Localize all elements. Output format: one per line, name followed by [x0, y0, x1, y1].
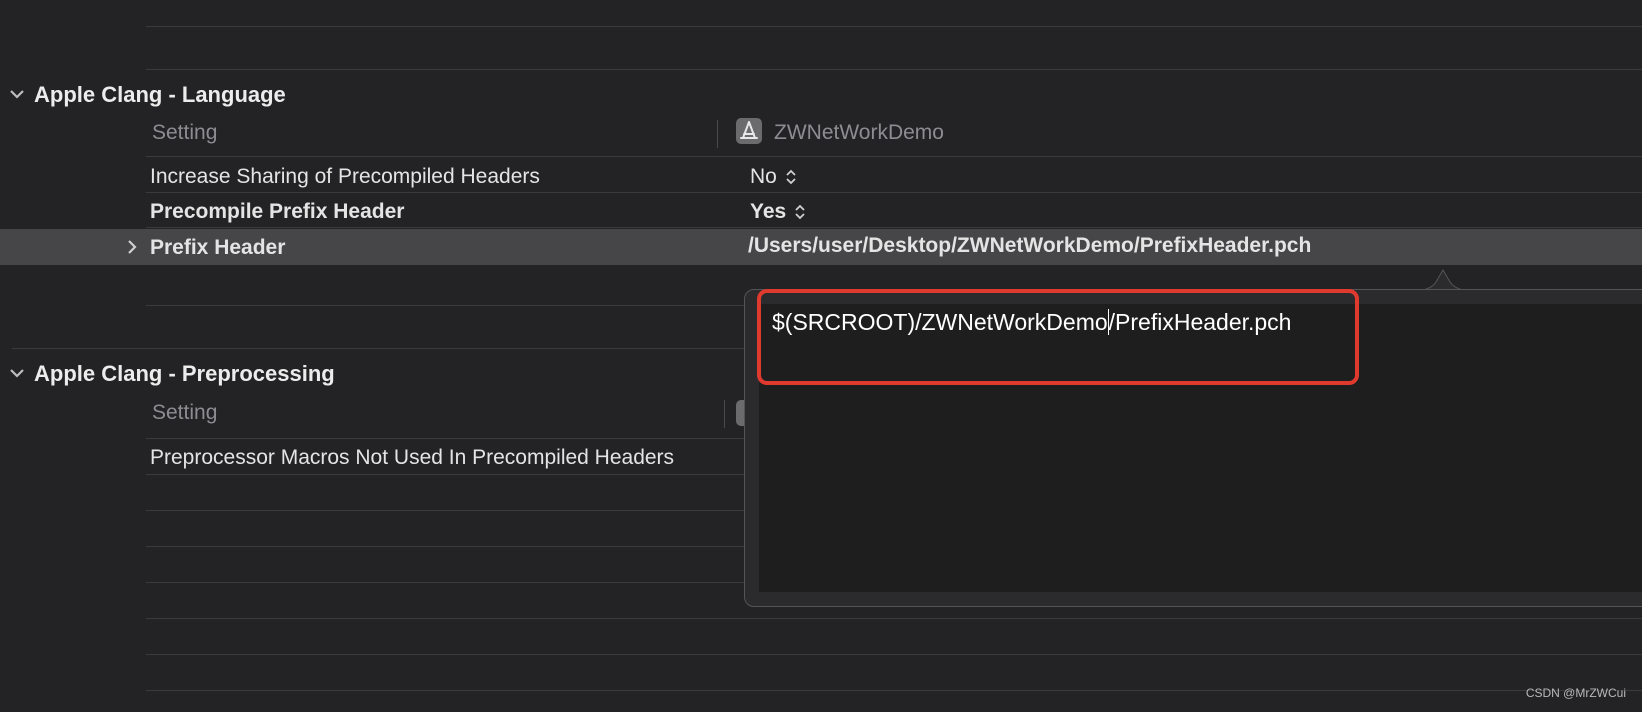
column-header-setting: Setting [152, 401, 218, 424]
setting-value-popup[interactable]: No [750, 165, 797, 189]
grid-line [146, 618, 1642, 619]
setting-label: Precompile Prefix Header [150, 200, 405, 223]
setting-row-preprocessor-macros[interactable]: Preprocessor Macros Not Used In Precompi… [0, 441, 746, 476]
app-target-icon [736, 118, 762, 144]
section-title: Apple Clang - Language [34, 82, 286, 107]
grid-line [146, 690, 1642, 691]
grid-line [146, 438, 746, 439]
grid-line [146, 156, 1642, 157]
setting-label: Preprocessor Macros Not Used In Precompi… [150, 446, 675, 469]
section-header-preprocessing[interactable]: Apple Clang - Preprocessing [0, 355, 400, 391]
column-divider[interactable] [724, 400, 725, 428]
grid-line [146, 69, 1642, 70]
setting-label: Prefix Header [150, 236, 286, 259]
grid-line [146, 227, 1642, 228]
grid-line [12, 348, 746, 349]
column-header-setting: Setting [152, 121, 218, 144]
grid-line [146, 654, 1642, 655]
grid-line [146, 582, 746, 583]
watermark: CSDN @MrZWCui [1525, 686, 1626, 700]
chevron-down-icon[interactable] [8, 364, 26, 382]
setting-row-precompile-prefix[interactable]: Precompile Prefix Header Yes [0, 195, 1642, 230]
grid-line [146, 474, 746, 475]
setting-label: Increase Sharing of Precompiled Headers [150, 165, 540, 188]
grid-line [146, 26, 1642, 27]
setting-value: Yes [750, 200, 787, 223]
setting-row-prefix-header[interactable]: Prefix Header /Users/user/Desktop/ZWNetW… [0, 229, 1642, 265]
up-down-stepper-icon [795, 204, 805, 220]
chevron-right-icon[interactable] [124, 238, 140, 256]
setting-row-increase-sharing[interactable]: Increase Sharing of Precompiled Headers … [0, 160, 1642, 195]
column-header-target: ZWNetWorkDemo [774, 121, 944, 144]
chevron-down-icon[interactable] [8, 85, 26, 103]
grid-line [146, 192, 1642, 193]
grid-line [146, 510, 746, 511]
grid-line [146, 305, 746, 306]
section-header-language[interactable]: Apple Clang - Language [0, 76, 400, 112]
annotation-highlight-box [757, 289, 1359, 385]
setting-value-popup[interactable]: Yes [750, 200, 806, 224]
section-title: Apple Clang - Preprocessing [34, 361, 335, 386]
up-down-stepper-icon [786, 169, 796, 185]
setting-value[interactable]: /Users/user/Desktop/ZWNetWorkDemo/Prefix… [748, 234, 1311, 258]
setting-value: No [750, 165, 777, 188]
grid-line [146, 546, 746, 547]
column-divider[interactable] [717, 120, 718, 148]
